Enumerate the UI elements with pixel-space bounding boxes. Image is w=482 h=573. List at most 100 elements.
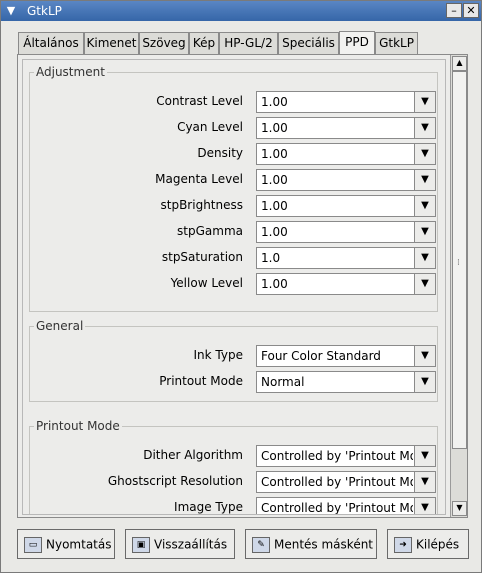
option-label: Density: [197, 146, 243, 160]
combo-value[interactable]: Normal: [261, 375, 413, 389]
combo-value[interactable]: Controlled by 'Printout Mode': [261, 475, 413, 489]
option-label: Dither Algorithm: [143, 448, 243, 462]
printer-icon: ▭: [24, 536, 42, 553]
ghostscript-resolution-combo[interactable]: Controlled by 'Printout Mode' ▼: [256, 471, 436, 493]
image-type-combo[interactable]: Controlled by 'Printout Mode' ▼: [256, 497, 436, 514]
stp-brightness-combo[interactable]: 1.00 ▼: [256, 195, 436, 217]
combo-value[interactable]: 1.00: [261, 199, 413, 213]
option-label: Cyan Level: [177, 120, 243, 134]
density-combo[interactable]: 1.00 ▼: [256, 143, 436, 165]
combo-value[interactable]: 1.00: [261, 225, 413, 239]
chevron-down-icon[interactable]: ▼: [414, 372, 435, 392]
quit-button-label: Kilépés: [416, 537, 460, 552]
chevron-down-icon[interactable]: ▼: [414, 472, 435, 492]
gtklp-window: ▼ GtkLP – ✕ Általános Kimenet Szöveg Kép…: [0, 0, 482, 573]
chevron-down-icon[interactable]: ▼: [414, 196, 435, 216]
scrollbar-thumb[interactable]: ⁞: [452, 71, 467, 449]
combo-value[interactable]: 1.00: [261, 173, 413, 187]
tab-altalanos[interactable]: Általános: [18, 32, 84, 54]
chevron-down-icon[interactable]: ▼: [414, 446, 435, 466]
combo-value[interactable]: 1.00: [261, 277, 413, 291]
yellow-level-combo[interactable]: 1.00 ▼: [256, 273, 436, 295]
dither-algorithm-combo[interactable]: Controlled by 'Printout Mode' ▼: [256, 445, 436, 467]
grip-icon: ⁞: [457, 258, 460, 268]
option-row: Cyan Level 1.00 ▼: [30, 117, 439, 139]
combo-value[interactable]: 1.00: [261, 147, 413, 161]
option-row: Printout Mode Normal ▼: [30, 371, 439, 393]
minimize-icon[interactable]: –: [446, 3, 462, 18]
combo-value[interactable]: 1.00: [261, 121, 413, 135]
title-bar[interactable]: ▼ GtkLP – ✕: [1, 1, 481, 21]
option-row: Image Type Controlled by 'Printout Mode'…: [30, 497, 439, 514]
save-as-button-label: Mentés másként: [274, 537, 374, 552]
ppd-panel: Adjustment Contrast Level 1.00 ▼ Cyan Le…: [17, 54, 468, 518]
group-printout-mode: Printout Mode Dither Algorithm Controlle…: [29, 419, 439, 514]
stp-saturation-combo[interactable]: 1.0 ▼: [256, 247, 436, 269]
tab-hpgl2[interactable]: HP-GL/2: [219, 32, 278, 54]
option-label: Magenta Level: [155, 172, 243, 186]
combo-value[interactable]: Controlled by 'Printout Mode': [261, 449, 413, 463]
chevron-down-icon[interactable]: ▼: [414, 118, 435, 138]
print-button[interactable]: ▭ Nyomtatás: [17, 529, 115, 559]
floppy-restore-icon: ▣: [132, 536, 150, 553]
options-scroll-area[interactable]: Adjustment Contrast Level 1.00 ▼ Cyan Le…: [22, 59, 446, 515]
tab-ppd[interactable]: PPD: [339, 31, 375, 54]
close-icon[interactable]: ✕: [463, 3, 479, 18]
option-label: Image Type: [174, 500, 243, 514]
option-label: stpGamma: [177, 224, 243, 238]
combo-value[interactable]: Four Color Standard: [261, 349, 413, 363]
tab-kep[interactable]: Kép: [189, 32, 219, 54]
chevron-down-icon[interactable]: ▼: [414, 144, 435, 164]
option-row: Yellow Level 1.00 ▼: [30, 273, 439, 295]
chevron-down-icon[interactable]: ▼: [414, 274, 435, 294]
tab-specialis[interactable]: Speciális: [278, 32, 339, 54]
magenta-level-combo[interactable]: 1.00 ▼: [256, 169, 436, 191]
option-row: Ink Type Four Color Standard ▼: [30, 345, 439, 367]
cyan-level-combo[interactable]: 1.00 ▼: [256, 117, 436, 139]
option-row: stpBrightness 1.00 ▼: [30, 195, 439, 217]
chevron-down-icon[interactable]: ▼: [414, 170, 435, 190]
option-label: Ghostscript Resolution: [107, 474, 243, 488]
combo-value[interactable]: 1.0: [261, 251, 413, 265]
tab-gtklp[interactable]: GtkLP: [375, 32, 418, 54]
chevron-down-icon[interactable]: ▼: [3, 3, 19, 18]
window-title: GtkLP: [27, 4, 62, 18]
option-row: Density 1.00 ▼: [30, 143, 439, 165]
option-label: stpBrightness: [160, 198, 244, 212]
option-row: stpSaturation 1.0 ▼: [30, 247, 439, 269]
printout-mode-combo[interactable]: Normal ▼: [256, 371, 436, 393]
chevron-down-icon[interactable]: ▼: [414, 248, 435, 268]
reset-button[interactable]: ▣ Visszaállítás: [125, 529, 235, 559]
option-row: Dither Algorithm Controlled by 'Printout…: [30, 445, 439, 467]
group-general: General Ink Type Four Color Standard ▼ P…: [29, 319, 439, 402]
combo-value[interactable]: Controlled by 'Printout Mode': [261, 501, 413, 514]
chevron-down-icon[interactable]: ▼: [414, 222, 435, 242]
chevron-down-icon[interactable]: ▼: [414, 92, 435, 112]
save-edit-icon: ✎: [252, 536, 270, 553]
scroll-up-icon[interactable]: ▲: [452, 56, 467, 71]
group-title: General: [34, 319, 86, 333]
reset-button-label: Visszaállítás: [154, 537, 228, 552]
vertical-scrollbar[interactable]: ▲ ⁞ ▼: [450, 55, 467, 517]
option-row: Ghostscript Resolution Controlled by 'Pr…: [30, 471, 439, 493]
option-row: Magenta Level 1.00 ▼: [30, 169, 439, 191]
print-button-label: Nyomtatás: [46, 537, 112, 552]
combo-value[interactable]: 1.00: [261, 95, 413, 109]
chevron-down-icon[interactable]: ▼: [414, 346, 435, 366]
option-row: Contrast Level 1.00 ▼: [30, 91, 439, 113]
option-label: stpSaturation: [161, 250, 243, 264]
tab-szoveg[interactable]: Szöveg: [139, 32, 189, 54]
chevron-down-icon[interactable]: ▼: [414, 498, 435, 514]
group-adjustment: Adjustment Contrast Level 1.00 ▼ Cyan Le…: [29, 65, 439, 312]
contrast-level-combo[interactable]: 1.00 ▼: [256, 91, 436, 113]
quit-button[interactable]: ➜ Kilépés: [387, 529, 469, 559]
stp-gamma-combo[interactable]: 1.00 ▼: [256, 221, 436, 243]
ink-type-combo[interactable]: Four Color Standard ▼: [256, 345, 436, 367]
option-label: Yellow Level: [170, 276, 243, 290]
save-as-button[interactable]: ✎ Mentés másként: [245, 529, 377, 559]
exit-icon: ➜: [394, 536, 412, 553]
option-label: Contrast Level: [156, 94, 243, 108]
option-label: Printout Mode: [159, 374, 243, 388]
tab-kimenet[interactable]: Kimenet: [84, 32, 139, 54]
scroll-down-icon[interactable]: ▼: [452, 501, 467, 516]
